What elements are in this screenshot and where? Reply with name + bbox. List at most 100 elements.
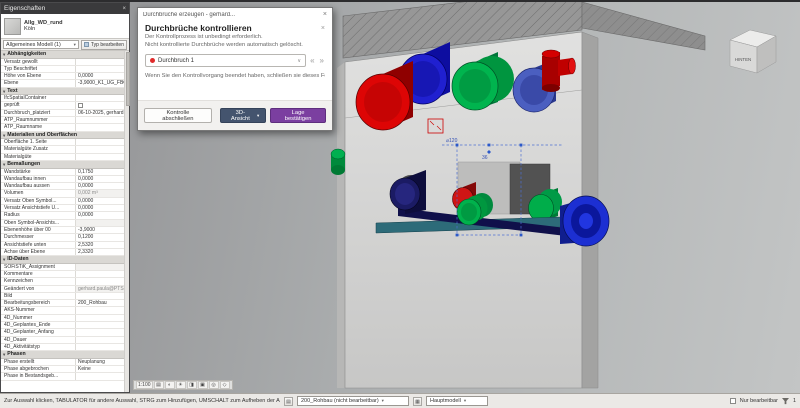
property-value[interactable] bbox=[75, 154, 124, 160]
detail-level-button[interactable]: ▤ bbox=[154, 381, 164, 389]
dialog-body: Durchbrüche kontrollieren × Der Kontroll… bbox=[138, 21, 332, 100]
property-value[interactable]: 0,0000 bbox=[75, 212, 124, 218]
property-value[interactable]: 200_Rohbau bbox=[75, 300, 124, 306]
property-value[interactable]: 0,0000 bbox=[75, 73, 124, 79]
property-value[interactable]: 0,0000 bbox=[75, 205, 124, 211]
property-row: ATP_Raumname bbox=[1, 124, 124, 131]
checkbox[interactable] bbox=[78, 103, 83, 108]
temporary-hide-button[interactable]: ◇ bbox=[220, 381, 230, 389]
editable-only-checkbox[interactable] bbox=[730, 398, 736, 404]
property-value[interactable] bbox=[75, 66, 124, 72]
worksets-icon[interactable]: ▤ bbox=[284, 397, 293, 406]
property-value[interactable]: 0,0000 bbox=[75, 198, 124, 204]
property-name: Ebenenhöhe über 00 bbox=[1, 227, 75, 233]
properties-titlebar[interactable]: Eigenschaften × bbox=[1, 3, 129, 14]
property-value[interactable]: 0,1750 bbox=[75, 169, 124, 175]
property-group-header[interactable]: ▾ID-Daten bbox=[1, 256, 124, 264]
collapse-icon[interactable]: ▾ bbox=[3, 51, 5, 58]
shadows-button[interactable]: ◨ bbox=[187, 381, 197, 389]
type-selector[interactable]: Allg_WD_rund Köln bbox=[1, 14, 129, 39]
durchbruch-dropdown[interactable]: Durchbruch 1 ∨ bbox=[145, 54, 306, 67]
property-group-header[interactable]: ▾Abhängigkeiten bbox=[1, 51, 124, 59]
property-value[interactable] bbox=[75, 329, 124, 335]
property-value[interactable]: 0,1200 bbox=[75, 234, 124, 240]
property-value[interactable] bbox=[75, 344, 124, 350]
design-options-icon[interactable]: ▦ bbox=[413, 397, 422, 406]
property-value[interactable] bbox=[75, 271, 124, 277]
editable-only-label: Nur bearbeitbar bbox=[740, 398, 778, 404]
properties-scrollbar[interactable] bbox=[124, 51, 129, 392]
property-row: Wandaufbau innen0,0000 bbox=[1, 176, 124, 183]
property-row: Bearbeitungsbereich200_Rohbau bbox=[1, 300, 124, 307]
property-value bbox=[75, 220, 124, 226]
previous-item-button[interactable]: « bbox=[309, 56, 315, 66]
collapse-icon[interactable]: ▾ bbox=[3, 161, 5, 168]
property-name: Bild bbox=[1, 293, 75, 299]
property-value[interactable] bbox=[75, 95, 124, 101]
close-icon[interactable]: × bbox=[323, 11, 327, 18]
group-label: Phasen bbox=[7, 351, 25, 358]
collapse-icon[interactable]: ▾ bbox=[3, 88, 5, 95]
property-value[interactable] bbox=[75, 293, 124, 299]
property-value[interactable] bbox=[75, 146, 124, 152]
viewcube[interactable]: HINTEN bbox=[730, 30, 776, 73]
property-value[interactable]: 06-10-2025, gerhard.pau bbox=[75, 110, 124, 116]
property-row: ATP_Raumnummer bbox=[1, 117, 124, 124]
crop-region-button[interactable]: ▣ bbox=[198, 381, 208, 389]
property-value[interactable] bbox=[75, 307, 124, 313]
property-value[interactable]: -3,9000_K1_UG_FBOK bbox=[75, 80, 124, 86]
group-label: ID-Daten bbox=[7, 256, 28, 263]
visual-style-button[interactable]: ◐ bbox=[165, 381, 175, 389]
scrollbar-thumb[interactable] bbox=[126, 52, 130, 106]
scale-button[interactable]: 1:100 bbox=[136, 381, 153, 389]
property-value[interactable] bbox=[75, 315, 124, 321]
property-value[interactable] bbox=[75, 59, 124, 65]
element-filter-combo[interactable]: Allgemeines Modell (1) ▾ bbox=[3, 40, 79, 49]
finish-control-button[interactable]: Kontrolle abschließen bbox=[144, 108, 212, 123]
sun-path-button[interactable]: ☀ bbox=[176, 381, 186, 389]
group-label: Abhängigkeiten bbox=[7, 51, 46, 58]
property-name: Phase in Bestandsgeb... bbox=[1, 373, 75, 379]
property-row: Ebenenhöhe über 00-3,9000 bbox=[1, 227, 124, 234]
property-row: 4D_Geplanter_Anfang bbox=[1, 329, 124, 336]
property-group-header[interactable]: ▾Bemaßungen bbox=[1, 161, 124, 169]
pipe-green-left[interactable] bbox=[331, 149, 345, 175]
property-value[interactable] bbox=[75, 117, 124, 123]
property-value[interactable] bbox=[75, 373, 124, 379]
collapse-icon[interactable]: ▾ bbox=[3, 132, 5, 139]
show-crop-button[interactable]: ◎ bbox=[209, 381, 219, 389]
property-value[interactable] bbox=[75, 278, 124, 284]
property-row: Volumen0,002 m³ bbox=[1, 190, 124, 197]
property-value[interactable]: 0,0000 bbox=[75, 176, 124, 182]
viewcube-face-label[interactable]: HINTEN bbox=[735, 57, 751, 62]
property-group-header[interactable]: ▾Phasen bbox=[1, 351, 124, 359]
property-group-header[interactable]: ▾Materialien und Oberflächen bbox=[1, 132, 124, 140]
dialog-titlebar[interactable]: Durchbrüche erzeugen - gerhard... × bbox=[138, 8, 332, 21]
property-value[interactable] bbox=[75, 337, 124, 343]
property-value[interactable] bbox=[75, 124, 124, 130]
edit-type-button[interactable]: Typ bearbeiten bbox=[81, 40, 127, 50]
property-value[interactable]: -3,9000 bbox=[75, 227, 124, 233]
property-value[interactable]: 2,5320 bbox=[75, 242, 124, 248]
property-value[interactable]: Keine bbox=[75, 366, 124, 372]
view-3d-button[interactable]: 3D-Ansicht ▾ bbox=[220, 108, 266, 123]
property-value[interactable]: Neuplanung bbox=[75, 359, 124, 365]
filter-icon[interactable] bbox=[782, 398, 789, 405]
collapse-icon[interactable]: ▾ bbox=[3, 351, 5, 358]
collapse-icon[interactable]: ▾ bbox=[3, 256, 5, 263]
confirm-position-button[interactable]: Lage bestätigen bbox=[270, 108, 326, 123]
close-icon[interactable]: × bbox=[122, 6, 126, 12]
property-value[interactable] bbox=[75, 102, 124, 108]
property-value[interactable]: 0,0000 bbox=[75, 183, 124, 189]
property-group-header[interactable]: ▾Text bbox=[1, 88, 124, 96]
active-workset-combo[interactable]: 200_Rohbau (nicht bearbeitbar) ▾ bbox=[297, 396, 409, 406]
view-control-bar: 1:100▤◐☀◨▣◎◇ bbox=[133, 380, 233, 390]
dialog-heading: Durchbrüche kontrollieren bbox=[145, 23, 252, 33]
property-value[interactable] bbox=[75, 139, 124, 145]
next-item-button[interactable]: » bbox=[319, 56, 325, 66]
property-value[interactable] bbox=[75, 322, 124, 328]
property-row: Materialgüte bbox=[1, 154, 124, 161]
property-value[interactable]: 2,3320 bbox=[75, 249, 124, 255]
content-close-icon[interactable]: × bbox=[321, 25, 325, 32]
design-option-combo[interactable]: Hauptmodell ▾ bbox=[426, 396, 488, 406]
